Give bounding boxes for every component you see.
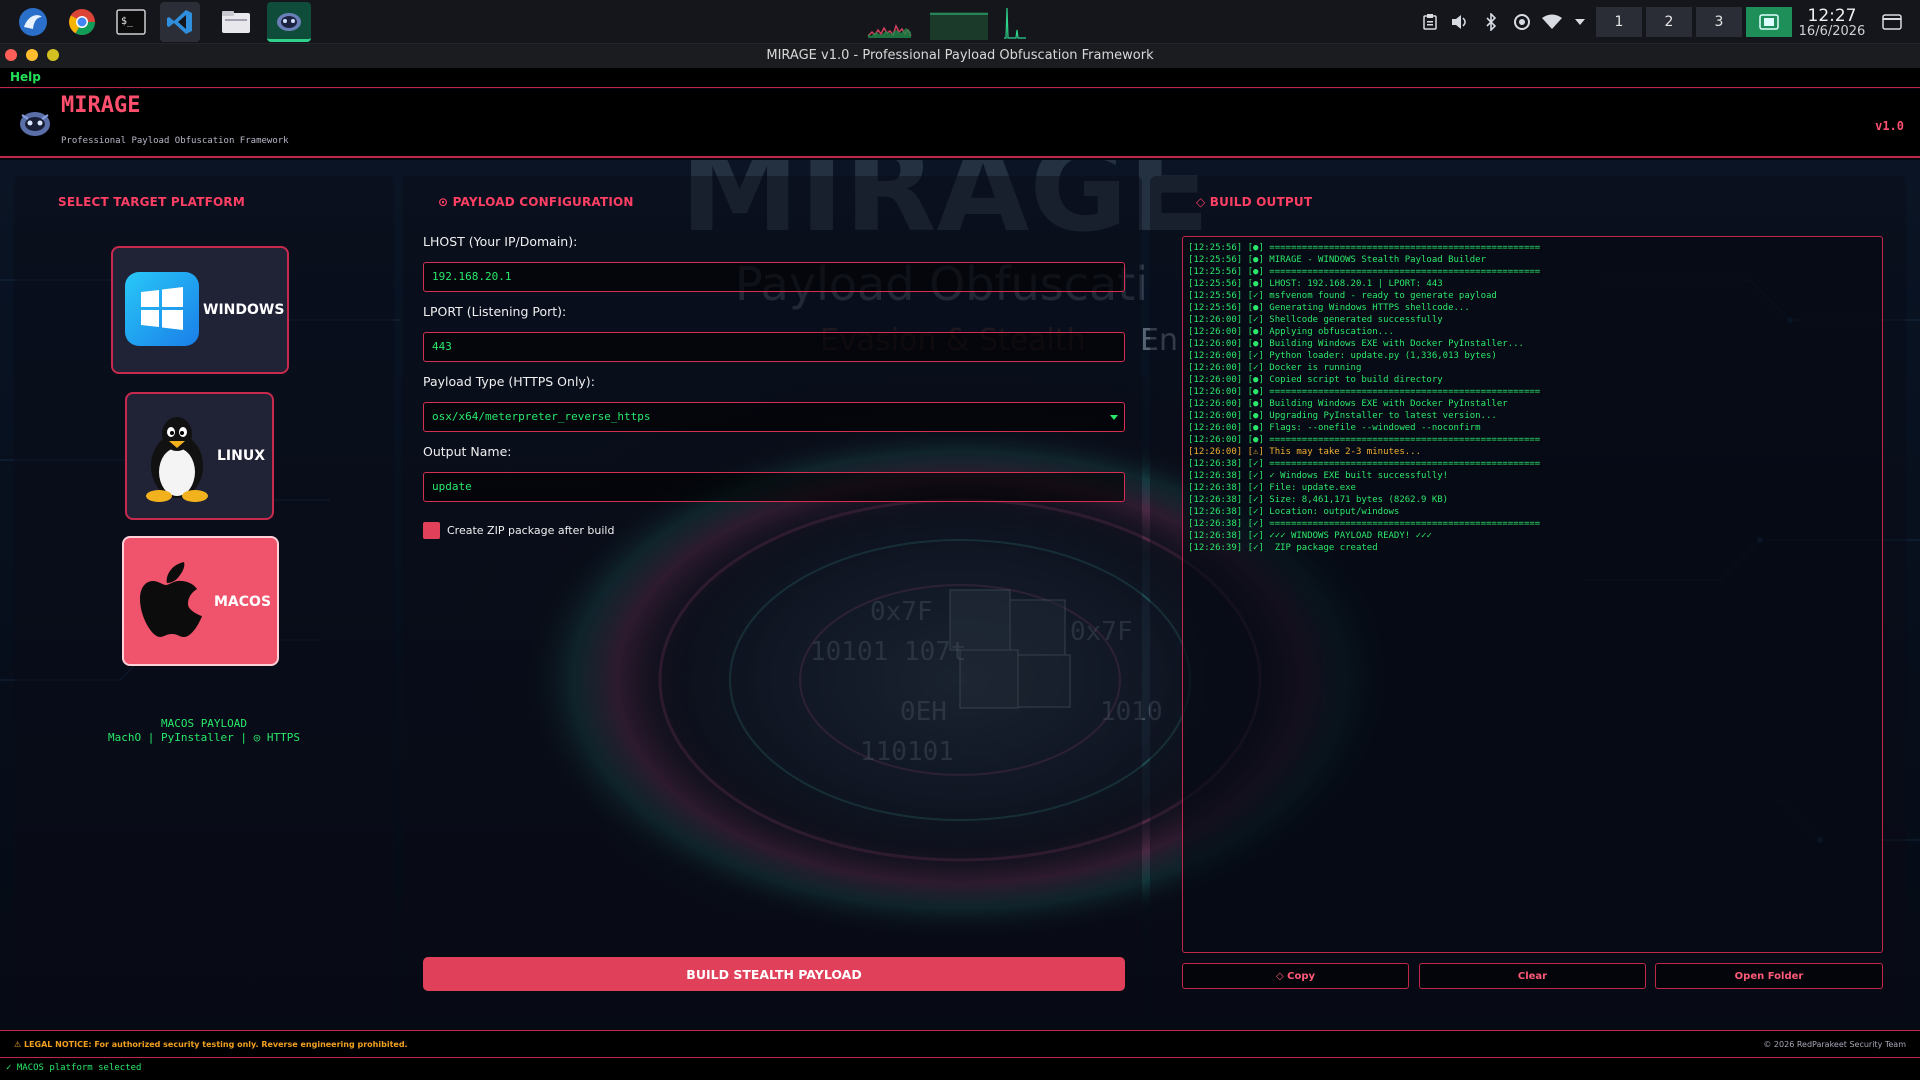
log-line: [12:26:00] [●] Building Windows EXE with…: [1188, 339, 1524, 349]
system-monitor-graph: [866, 6, 1051, 40]
lport-input[interactable]: 443: [423, 332, 1125, 362]
open-folder-button[interactable]: Open Folder: [1655, 963, 1883, 989]
log-line: [12:26:38] [✓] File: update.exe: [1188, 483, 1356, 493]
platform-info-line2: MachO | PyInstaller | ◎ HTTPS: [107, 731, 301, 744]
menu-help[interactable]: Help: [10, 70, 41, 84]
log-line: [12:26:38] [✓] Location: output/windows: [1188, 507, 1400, 517]
bluetooth-icon[interactable]: [1481, 12, 1501, 32]
log-line: [12:26:00] [⚠] This may take 2-3 minutes…: [1188, 447, 1421, 457]
clock-time: 12:27: [1807, 6, 1857, 26]
lhost-input[interactable]: 192.168.20.1: [423, 262, 1125, 292]
chevron-down-icon[interactable]: [1570, 12, 1590, 32]
log-line: [12:26:38] [✓] ✓✓✓ WINDOWS PAYLOAD READY…: [1188, 531, 1432, 541]
workspace-2[interactable]: 2: [1646, 7, 1692, 37]
chrome-icon[interactable]: [62, 2, 102, 42]
log-line: [12:26:00] [✓] Docker is running: [1188, 363, 1362, 373]
mirage-app-icon[interactable]: [267, 2, 311, 42]
app-header: MIRAGE Professional Payload Obfuscation …: [0, 89, 1920, 158]
output-panel-title: ◇ BUILD OUTPUT: [1196, 195, 1313, 209]
zip-checkbox-label: Create ZIP package after build: [447, 524, 615, 537]
platform-macos-label: MACOS: [214, 594, 272, 610]
workspace-3[interactable]: 3: [1696, 7, 1742, 37]
window-titlebar: MIRAGE v1.0 - Professional Payload Obfus…: [0, 44, 1920, 68]
settings-icon[interactable]: [1512, 12, 1532, 32]
clipboard-icon[interactable]: [1420, 12, 1440, 32]
clock-date: 16/6/2026: [1798, 24, 1866, 39]
log-line: [12:25:56] [●] =========================…: [1188, 267, 1541, 277]
log-line: [12:26:38] [✓] Size: 8,461,171 bytes (82…: [1188, 495, 1449, 505]
log-line: [12:25:56] [✓] msfvenom found - ready to…: [1188, 291, 1497, 301]
log-line: [12:26:00] [●] Flags: --onefile --window…: [1188, 423, 1481, 433]
dropdown-arrow-icon: [1110, 415, 1118, 420]
log-line: [12:26:00] [✓] Python loader: update.py …: [1188, 351, 1497, 361]
volume-icon[interactable]: [1450, 12, 1470, 32]
output-name-input[interactable]: update: [423, 472, 1125, 502]
log-line: [12:26:38] [✓] =========================…: [1188, 519, 1541, 529]
kali-menu-icon[interactable]: [13, 2, 53, 42]
output-name-label: Output Name:: [423, 444, 512, 459]
status-bar: ✓ MACOS platform selected: [0, 1058, 1920, 1080]
log-line: [12:25:56] [●] =========================…: [1188, 243, 1541, 253]
platform-panel-title: SELECT TARGET PLATFORM: [58, 195, 246, 209]
platform-linux-button[interactable]: LINUX: [125, 392, 274, 520]
workspace-1[interactable]: 1: [1596, 7, 1642, 37]
windows-logo-icon: [125, 272, 199, 346]
payload-type-select[interactable]: osx/x64/meterpreter_reverse_https: [423, 402, 1125, 432]
platform-windows-label: WINDOWS: [203, 302, 285, 318]
log-line: [12:26:00] [●] =========================…: [1188, 435, 1541, 445]
log-line: [12:26:00] [●] Upgrading PyInstaller to …: [1188, 411, 1497, 421]
footer: ⚠ LEGAL NOTICE: For authorized security …: [0, 1030, 1920, 1058]
mirage-logo-icon: [20, 112, 50, 136]
legal-notice: ⚠ LEGAL NOTICE: For authorized security …: [14, 1040, 408, 1049]
menu-bar: Help: [0, 68, 1920, 88]
zip-checkbox[interactable]: [423, 522, 440, 539]
app-version: v1.0: [1875, 119, 1904, 133]
svg-text:$_: $_: [121, 16, 134, 27]
platform-windows-button[interactable]: WINDOWS: [111, 246, 289, 374]
copyright: © 2026 RedParakeet Security Team: [1763, 1040, 1906, 1049]
platform-macos-button[interactable]: MACOS: [122, 536, 279, 666]
config-panel: [402, 176, 1142, 1016]
log-line: [12:25:56] [●] LHOST: 192.168.20.1 | LPO…: [1188, 279, 1443, 289]
clear-button[interactable]: Clear: [1419, 963, 1646, 989]
payload-type-label: Payload Type (HTTPS Only):: [423, 374, 595, 389]
log-line: [12:26:00] [✓] Shellcode generated succe…: [1188, 315, 1443, 325]
app-name: MIRAGE: [61, 93, 141, 118]
log-line: [12:25:56] [●] MIRAGE - WINDOWS Stealth …: [1188, 255, 1487, 265]
build-output-log[interactable]: [12:25:56] [●] =========================…: [1182, 236, 1883, 953]
window-title: MIRAGE v1.0 - Professional Payload Obfus…: [766, 48, 1154, 63]
copy-button[interactable]: ◇ Copy: [1182, 963, 1409, 989]
payload-type-value: osx/x64/meterpreter_reverse_https: [432, 410, 651, 423]
platform-linux-label: LINUX: [217, 448, 266, 464]
lport-label: LPORT (Listening Port):: [423, 304, 567, 319]
platform-info-line1: MACOS PAYLOAD: [160, 717, 248, 730]
config-panel-title: ⊙ PAYLOAD CONFIGURATION: [438, 195, 634, 209]
lhost-label: LHOST (Your IP/Domain):: [423, 234, 578, 249]
status-text: ✓ MACOS platform selected: [6, 1063, 142, 1073]
log-line: [12:26:00] [●] Applying obfuscation...: [1188, 327, 1394, 337]
log-line: [12:26:38] [✓] ✓ Windows EXE built succe…: [1188, 471, 1449, 481]
log-line: [12:26:38] [✓] =========================…: [1188, 459, 1541, 469]
notifications-icon[interactable]: [1880, 12, 1904, 32]
vscode-icon[interactable]: [160, 2, 200, 42]
build-stealth-payload-button[interactable]: BUILD STEALTH PAYLOAD: [423, 957, 1125, 991]
app-tagline: Professional Payload Obfuscation Framewo…: [61, 136, 289, 146]
terminal-icon[interactable]: $_: [111, 2, 151, 42]
linux-tux-icon: [146, 417, 208, 502]
log-line: [12:25:56] [●] Generating Windows HTTPS …: [1188, 303, 1470, 313]
log-line: [12:26:39] [✓] ZIP package created: [1188, 543, 1378, 553]
wifi-icon[interactable]: [1542, 12, 1562, 32]
file-manager-icon[interactable]: [216, 2, 256, 42]
log-line: [12:26:00] [●] Building Windows EXE with…: [1188, 399, 1508, 409]
log-line: [12:26:00] [●] Copied script to build di…: [1188, 375, 1443, 385]
system-taskbar: $_ 1 2 3 12:27 16/6/2026: [0, 0, 1920, 44]
apple-logo-icon: [140, 562, 202, 637]
log-line: [12:26:00] [●] =========================…: [1188, 387, 1541, 397]
workspace-app-icon[interactable]: [1746, 7, 1792, 37]
